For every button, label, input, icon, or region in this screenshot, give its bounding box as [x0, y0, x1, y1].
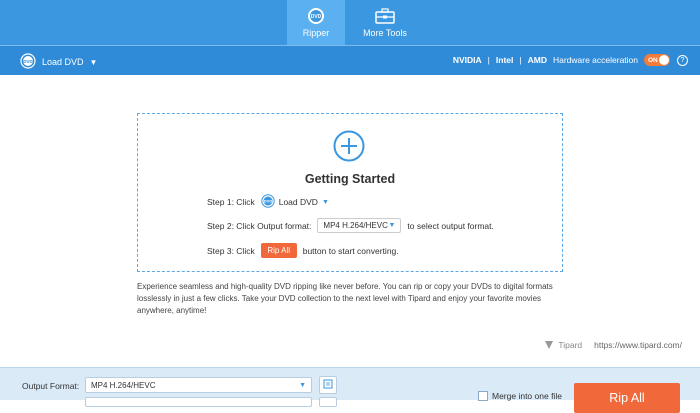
help-icon[interactable]: ? — [677, 54, 688, 66]
tab-more-tools-label: More Tools — [363, 28, 407, 38]
step-1-text: Step 1: Click — [207, 197, 255, 207]
toolbox-icon — [375, 7, 395, 25]
tab-more-tools[interactable]: More Tools — [355, 0, 415, 45]
dvd-icon: DVD — [20, 53, 36, 71]
top-nav-bar: DVD Ripper More Tools — [0, 0, 700, 45]
svg-text:DVD: DVD — [311, 14, 322, 20]
brand-row: Tipard https://www.tipard.com/ — [543, 339, 682, 351]
description-text: Experience seamless and high-quality DVD… — [137, 282, 553, 315]
output-format-label: Output Format: — [22, 381, 80, 391]
rip-all-button[interactable]: Rip All — [574, 383, 680, 413]
getting-started-title: Getting Started — [304, 172, 396, 186]
hw-accel-toggle[interactable]: ON — [644, 54, 670, 66]
step-rip-all-button[interactable]: Rip All — [260, 243, 297, 258]
tipard-url-link[interactable]: https://www.tipard.com/ — [594, 340, 682, 350]
step-load-dvd-label: Load DVD — [278, 197, 318, 207]
load-dvd-button[interactable]: DVD Load DVD ▼ — [20, 53, 97, 71]
step-2-suffix: to select output format. — [407, 220, 494, 231]
step-load-dvd-button[interactable]: DVD Load DVD ▼ — [261, 194, 329, 210]
tipard-logo-icon — [545, 341, 554, 349]
hw-accel-label: Hardware acceleration — [552, 55, 638, 65]
chevron-down-icon[interactable]: ▼ — [90, 58, 98, 67]
step-3-suffix: button to start converting. — [302, 245, 399, 256]
step-3: Step 3: Click Rip All button to start co… — [207, 243, 399, 258]
edit-profile-icon — [323, 376, 333, 394]
hardware-acceleration: NVIDIA | Intel | AMD Hardware accelerati… — [453, 54, 688, 66]
add-plus-icon[interactable] — [333, 130, 365, 162]
step-3-text: Step 3: Click — [207, 245, 255, 256]
tipard-name: Tipard — [558, 340, 583, 350]
step-output-format-select[interactable]: MP4 H.264/HEVC ▼ — [317, 218, 402, 233]
output-format-value: MP4 H.264/HEVC — [91, 380, 156, 390]
edit-profile-button[interactable] — [319, 376, 337, 394]
dvd-icon: DVD — [261, 194, 275, 210]
bottom-bar: Output Format: MP4 H.264/HEVC ▼ Merge in… — [0, 367, 700, 413]
output-format-select[interactable]: MP4 H.264/HEVC ▼ — [85, 377, 312, 393]
chevron-down-icon: ▼ — [299, 381, 306, 389]
chevron-down-icon: ▼ — [321, 198, 329, 206]
load-dvd-label: Load DVD — [42, 57, 84, 67]
step-2-text: Step 2: Click Output format: — [207, 220, 312, 231]
save-to-folder-button[interactable] — [319, 397, 337, 407]
save-to-select[interactable] — [85, 397, 312, 407]
step-2: Step 2: Click Output format: MP4 H.264/H… — [207, 218, 494, 233]
action-toolbar: DVD Load DVD ▼ NVIDIA | Intel | AMD Hard… — [0, 45, 700, 75]
tipard-logo: Tipard — [543, 339, 582, 351]
intel-label: Intel — [495, 55, 514, 65]
tab-ripper[interactable]: DVD Ripper — [287, 0, 345, 45]
nvidia-label: NVIDIA — [452, 55, 482, 65]
amd-label: AMD — [527, 55, 547, 65]
chevron-down-icon: ▼ — [388, 222, 396, 229]
disc-icon: DVD — [307, 7, 325, 25]
svg-text:DVD: DVD — [263, 199, 272, 204]
svg-text:DVD: DVD — [23, 59, 33, 64]
step-1: Step 1: Click DVD Load DVD ▼ — [207, 194, 329, 210]
step-output-format-value: MP4 H.264/HEVC — [323, 221, 388, 230]
tab-ripper-label: Ripper — [302, 28, 330, 38]
drop-zone[interactable]: Getting Started Step 1: Click DVD Load D… — [137, 113, 563, 272]
